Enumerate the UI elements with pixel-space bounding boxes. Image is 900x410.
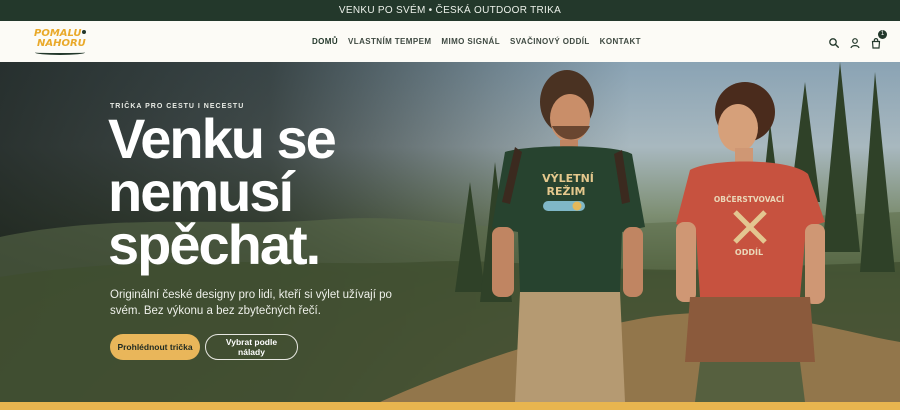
- cart-count-badge: 1: [878, 29, 887, 39]
- header-icons: 1: [828, 21, 887, 62]
- nav-item-kontakt[interactable]: KONTAKT: [600, 37, 641, 46]
- nav-item-home[interactable]: DOMŮ: [312, 37, 338, 46]
- choose-by-mood-button[interactable]: Vybrat podle nálady: [205, 334, 298, 360]
- nav-item-mimo-signal[interactable]: MIMO SIGNÁL: [441, 37, 500, 46]
- site-header: POMALU NAHORU DOMŮ VLASTNÍM TEMPEM MIMO …: [0, 21, 900, 62]
- shirt-right-line-2: ODDÍL: [735, 246, 763, 257]
- main-nav: DOMŮ VLASTNÍM TEMPEM MIMO SIGNÁL SVAČINO…: [312, 21, 641, 62]
- announcement-bar: VENKU PO SVÉM • ČESKÁ OUTDOOR TRIKA: [0, 0, 900, 21]
- nav-item-vlastnim-tempem[interactable]: VLASTNÍM TEMPEM: [348, 37, 431, 46]
- user-icon[interactable]: [849, 36, 861, 48]
- logo[interactable]: POMALU NAHORU: [34, 29, 88, 55]
- shirt-right-line-1: OBČERSTVOVACÍ: [714, 195, 784, 204]
- hero-banner: VÝLETNÍ REŽIM OBČERSTVOVACÍ ODDÍL TRIČKA…: [0, 62, 900, 402]
- bottom-accent-strip: [0, 402, 900, 410]
- cart-icon[interactable]: 1: [870, 29, 887, 49]
- browse-shirts-button[interactable]: Prohlédnout trička: [110, 334, 200, 360]
- logo-underline: [35, 50, 85, 55]
- shirt-left-line-2: REŽIM: [547, 185, 586, 198]
- logo-dot: [82, 30, 86, 34]
- hero-subtext: Originální české designy pro lidi, kteří…: [110, 289, 392, 317]
- shirt-left-line-1: VÝLETNÍ: [542, 172, 594, 185]
- nav-item-svacinovy-oddil[interactable]: SVAČINOVÝ ODDÍL: [510, 37, 590, 46]
- hero-headline: Venku se nemusí spěchat.: [108, 107, 337, 276]
- logo-line-2: NAHORU: [37, 38, 86, 49]
- search-icon[interactable]: [828, 36, 840, 48]
- announcement-text: VENKU PO SVÉM • ČESKÁ OUTDOOR TRIKA: [338, 5, 562, 16]
